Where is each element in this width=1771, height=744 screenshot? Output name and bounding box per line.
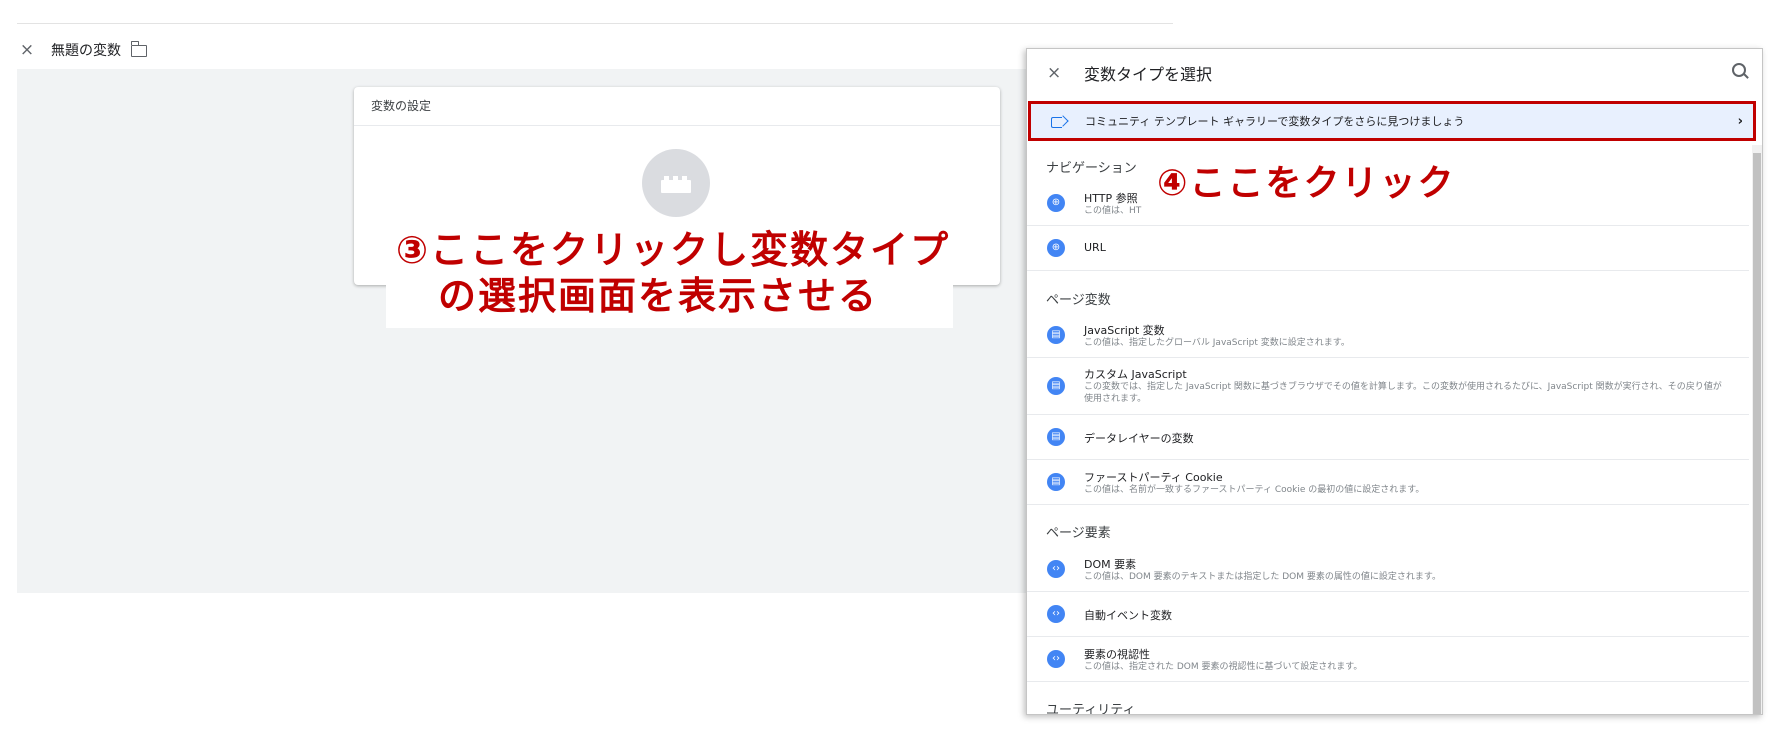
variable-type-item[interactable]: ▤ JavaScript 変数 この値は、指定したグローバル JavaScrip… bbox=[1027, 313, 1749, 358]
variable-type-item[interactable]: ‹› 要素の視認性 この値は、指定された DOM 要素の視認性に基づいて設定され… bbox=[1027, 637, 1749, 682]
globe-icon: ⊕ bbox=[1047, 239, 1065, 257]
variable-type-button[interactable] bbox=[642, 149, 710, 217]
variable-type-item[interactable]: ▤ データレイヤーの変数 bbox=[1027, 415, 1749, 460]
lego-block-icon bbox=[661, 176, 691, 193]
annotation-step3-line1: ③ここをクリックし変数タイプ bbox=[396, 228, 951, 272]
editor-header: × 無題の変数 bbox=[17, 32, 1173, 68]
variable-type-item[interactable]: ▤ ファーストパーティ Cookie この値は、名前が一致するファーストパーティ… bbox=[1027, 460, 1749, 505]
section-utilities: ユーティリティ bbox=[1046, 703, 1136, 715]
variable-type-item[interactable]: ‹› 自動イベント変数 bbox=[1027, 592, 1749, 637]
card-title: 変数の設定 bbox=[354, 87, 1000, 126]
close-icon[interactable]: × bbox=[17, 40, 37, 60]
document-icon: ▤ bbox=[1047, 326, 1065, 344]
variable-type-item[interactable]: ▤ カスタム JavaScript この変数では、指定した JavaScript… bbox=[1027, 358, 1749, 415]
variable-type-panel: × 変数タイプを選択 コミュニティ テンプレート ギャラリーで変数タイプをさらに… bbox=[1026, 48, 1763, 715]
community-gallery-label: コミュニティ テンプレート ギャラリーで変数タイプをさらに見つけましょう bbox=[1085, 115, 1465, 128]
variable-name[interactable]: 無題の変数 bbox=[51, 40, 121, 60]
annotation-step3-line2: の選択画面を表示させる bbox=[438, 274, 879, 318]
annotation-step4: ④ここをクリック bbox=[1157, 163, 1456, 204]
document-icon: ▤ bbox=[1047, 473, 1065, 491]
folder-icon[interactable] bbox=[130, 41, 147, 57]
chevron-right-icon: › bbox=[1737, 113, 1743, 129]
section-page-elements: ページ要素 bbox=[1046, 526, 1111, 541]
panel-close-icon[interactable]: × bbox=[1047, 63, 1061, 83]
code-icon: ‹› bbox=[1047, 605, 1065, 623]
variable-type-item[interactable]: ‹› DOM 要素 この値は、DOM 要素のテキストまたは指定した DOM 要素… bbox=[1027, 547, 1749, 592]
community-gallery-link[interactable]: コミュニティ テンプレート ギャラリーで変数タイプをさらに見つけましょう › bbox=[1028, 101, 1756, 141]
section-page-variables: ページ変数 bbox=[1046, 293, 1111, 308]
annotation-step3: ③ここをクリックし変数タイプ の選択画面を表示させる bbox=[396, 227, 976, 319]
code-icon: ‹› bbox=[1047, 560, 1065, 578]
document-icon: ▤ bbox=[1047, 428, 1065, 446]
globe-icon: ⊕ bbox=[1047, 194, 1065, 212]
section-navigation: ナビゲーション bbox=[1046, 161, 1137, 176]
scrollbar-thumb[interactable] bbox=[1753, 153, 1761, 714]
document-icon: ▤ bbox=[1047, 377, 1065, 395]
top-divider bbox=[17, 23, 1173, 24]
search-icon[interactable] bbox=[1732, 63, 1746, 77]
panel-header: × 変数タイプを選択 bbox=[1027, 49, 1762, 97]
code-icon: ‹› bbox=[1047, 650, 1065, 668]
tag-icon bbox=[1051, 117, 1062, 128]
variable-type-item[interactable]: ⊕ URL bbox=[1027, 226, 1749, 271]
panel-title: 変数タイプを選択 bbox=[1084, 65, 1213, 84]
